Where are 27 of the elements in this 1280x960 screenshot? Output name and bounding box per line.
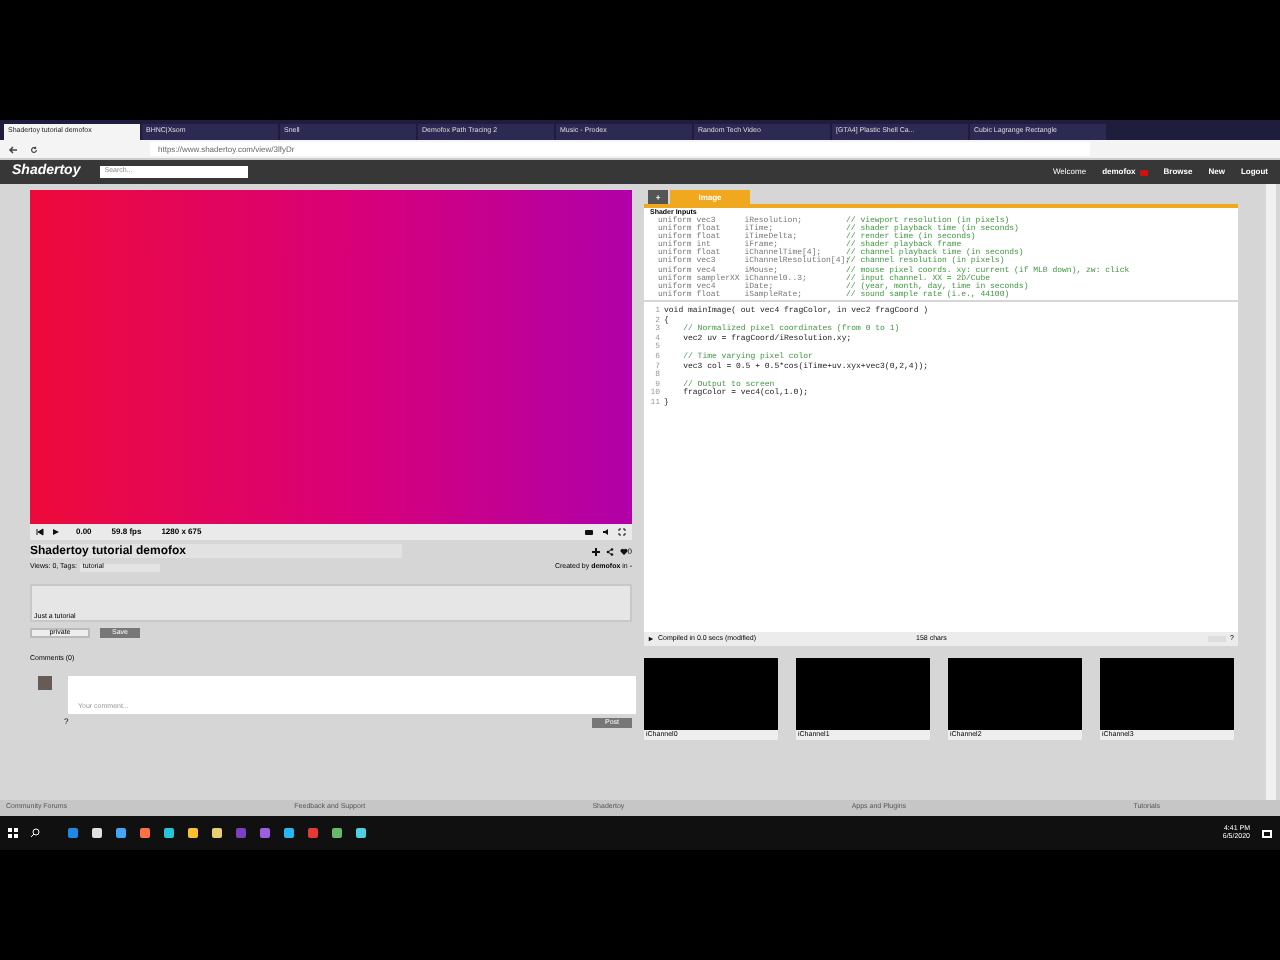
app-icon[interactable] <box>188 828 198 838</box>
app-icon[interactable] <box>284 828 294 838</box>
notification-icon[interactable] <box>1262 829 1272 837</box>
avatar-placeholder <box>38 676 52 691</box>
app-icon[interactable] <box>332 828 342 838</box>
search-icon[interactable] <box>30 828 40 838</box>
app-icon[interactable] <box>92 828 102 838</box>
reload-icon[interactable] <box>30 145 38 153</box>
volume-icon[interactable] <box>602 528 610 536</box>
play-icon[interactable] <box>52 528 60 536</box>
add-icon[interactable] <box>591 547 600 555</box>
scrollbar[interactable] <box>1266 184 1276 800</box>
rewind-icon[interactable] <box>36 528 44 536</box>
play-icon[interactable] <box>648 636 654 642</box>
app-icon[interactable] <box>164 828 174 838</box>
app-icon[interactable] <box>116 828 126 838</box>
app-icon[interactable] <box>140 828 150 838</box>
app-icon[interactable] <box>260 828 270 838</box>
app-icon[interactable] <box>356 828 366 838</box>
app-icon[interactable] <box>68 828 78 838</box>
share-icon[interactable] <box>605 547 614 555</box>
app-icon[interactable] <box>212 828 222 838</box>
fullscreen-icon[interactable] <box>618 528 626 536</box>
windows-start-icon[interactable] <box>8 828 18 838</box>
app-icon[interactable] <box>308 828 318 838</box>
back-icon[interactable] <box>8 145 18 153</box>
heart-icon[interactable] <box>619 547 628 555</box>
